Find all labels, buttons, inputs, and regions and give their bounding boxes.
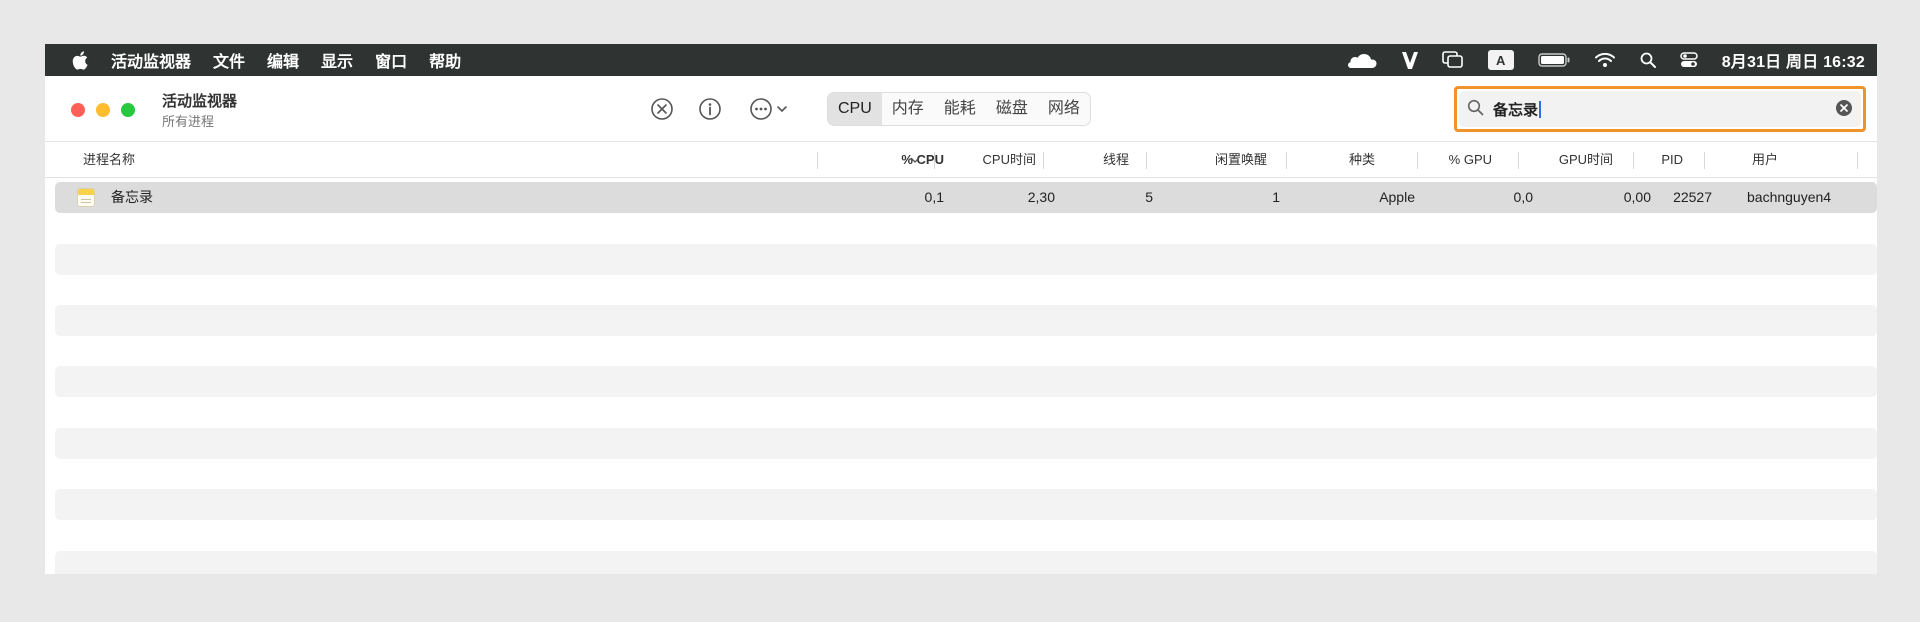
cell-threads: 5 xyxy=(1145,189,1153,205)
search-field[interactable]: 备忘录 xyxy=(1454,86,1866,132)
empty-row xyxy=(55,551,1877,574)
window-title: 活动监视器 xyxy=(162,93,238,110)
cell-cpu-pct: 0,1 xyxy=(924,189,944,205)
input-source-icon[interactable]: A xyxy=(1487,44,1514,76)
desktop-screen: 活动监视器 文件 编辑 显示 窗口 帮助 A 8月31日 周日 16:32 活动… xyxy=(45,44,1877,574)
stop-process-icon[interactable] xyxy=(649,96,675,122)
search-input[interactable]: 备忘录 xyxy=(1493,99,1542,120)
col-header-pid[interactable]: PID xyxy=(1661,142,1683,178)
cell-kind: Apple xyxy=(1379,189,1415,205)
clear-search-icon[interactable] xyxy=(1835,99,1853,122)
column-divider xyxy=(934,152,935,169)
column-divider xyxy=(1857,152,1858,169)
column-divider xyxy=(1417,152,1418,169)
control-center-icon[interactable] xyxy=(1679,44,1698,76)
close-window-button[interactable] xyxy=(71,103,85,117)
more-actions-icon[interactable] xyxy=(749,96,793,122)
wifi-icon[interactable] xyxy=(1594,44,1616,76)
menu-view[interactable]: 显示 xyxy=(321,48,353,72)
search-icon xyxy=(1467,99,1484,121)
cell-gpu-time: 0,00 xyxy=(1623,189,1651,205)
stage-manager-icon[interactable] xyxy=(1441,44,1464,76)
tab-energy[interactable]: 能耗 xyxy=(934,93,986,125)
cell-user: bachnguyen4 xyxy=(1747,189,1832,205)
menu-window[interactable]: 窗口 xyxy=(375,48,407,72)
tab-network[interactable]: 网络 xyxy=(1038,93,1090,125)
col-header-name[interactable]: 进程名称 xyxy=(83,142,135,178)
empty-row xyxy=(55,366,1877,397)
apple-menu-icon[interactable] xyxy=(65,50,95,70)
battery-icon[interactable] xyxy=(1537,44,1570,76)
window-toolbar: 活动监视器 所有进程 CPU 内存 能耗 磁盘 网络 备忘录 xyxy=(45,76,1877,142)
col-header-gpu-time[interactable]: GPU时间 xyxy=(1559,142,1613,178)
col-header-cpu-time[interactable]: CPU时间 xyxy=(983,142,1036,178)
tab-disk[interactable]: 磁盘 xyxy=(986,93,1038,125)
notes-app-icon xyxy=(77,188,95,207)
menu-file[interactable]: 文件 xyxy=(213,48,245,72)
column-divider xyxy=(817,152,818,169)
table-row[interactable]: 备忘录 0,1 2,30 5 1 Apple 0,0 0,00 22527 ba… xyxy=(55,182,1877,213)
cell-idle-wake: 1 xyxy=(1272,189,1280,205)
menu-bar: 活动监视器 文件 编辑 显示 窗口 帮助 A 8月31日 周日 16:32 xyxy=(45,44,1877,76)
view-tabs: CPU 内存 能耗 磁盘 网络 xyxy=(827,92,1091,126)
tab-cpu[interactable]: CPU xyxy=(828,93,882,125)
minimize-window-button[interactable] xyxy=(96,103,110,117)
info-icon[interactable] xyxy=(697,96,723,122)
cloudflare-icon[interactable] xyxy=(1347,44,1378,76)
column-divider xyxy=(1518,152,1519,169)
col-header-user[interactable]: 用户 xyxy=(1752,142,1778,178)
process-table-header: 进程名称 % CPU CPU时间 线程 闲置唤醒 种类 % GPU GPU时间 … xyxy=(45,142,1877,178)
tab-memory[interactable]: 内存 xyxy=(882,93,934,125)
v-app-icon[interactable] xyxy=(1401,44,1418,76)
column-divider xyxy=(1286,152,1287,169)
col-header-gpu-pct[interactable]: % GPU xyxy=(1449,142,1492,178)
menubar-clock[interactable]: 8月31日 周日 16:32 xyxy=(1722,48,1865,72)
empty-row xyxy=(55,489,1877,520)
window-subtitle: 所有进程 xyxy=(162,114,215,129)
menu-edit[interactable]: 编辑 xyxy=(267,48,299,72)
process-name: 备忘录 xyxy=(111,189,153,205)
cell-pid: 22527 xyxy=(1673,189,1712,205)
spotlight-search-icon[interactable] xyxy=(1640,44,1656,76)
cell-gpu-pct: 0,0 xyxy=(1513,189,1533,205)
menu-app-name[interactable]: 活动监视器 xyxy=(111,48,191,72)
col-header-threads[interactable]: 线程 xyxy=(1103,142,1129,178)
column-divider xyxy=(1704,152,1705,169)
column-divider xyxy=(1146,152,1147,169)
menu-help[interactable]: 帮助 xyxy=(429,48,461,72)
column-divider xyxy=(1633,152,1634,169)
empty-row xyxy=(55,428,1877,459)
empty-row xyxy=(55,305,1877,336)
empty-row xyxy=(55,244,1877,275)
sort-descending-icon[interactable] xyxy=(910,142,920,178)
col-header-kind[interactable]: 种类 xyxy=(1349,142,1375,178)
zoom-window-button[interactable] xyxy=(121,103,135,117)
col-header-idle-wake[interactable]: 闲置唤醒 xyxy=(1215,142,1267,178)
column-divider xyxy=(1043,152,1044,169)
cell-cpu-time: 2,30 xyxy=(1027,189,1055,205)
col-header-cpu-pct[interactable]: % CPU xyxy=(901,142,944,178)
window-controls xyxy=(71,103,135,117)
text-cursor xyxy=(1539,101,1542,118)
